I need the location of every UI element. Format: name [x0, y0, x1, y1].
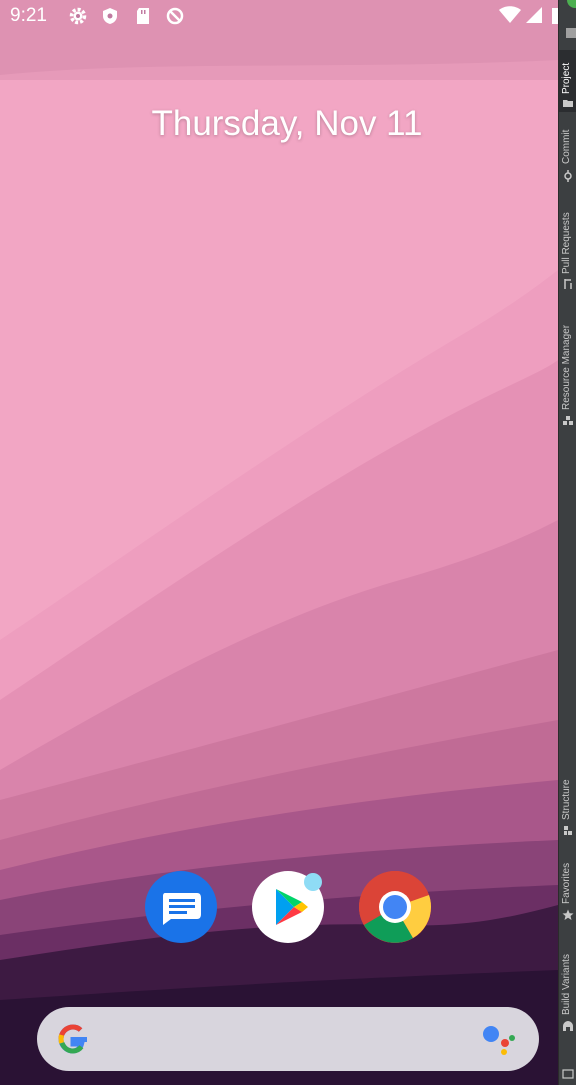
messages-glyph [163, 893, 201, 925]
settings-icon [69, 7, 87, 25]
tool-resource-manager[interactable]: Resource Manager [559, 310, 576, 430]
tool-project[interactable]: Project [559, 50, 576, 112]
build-variants-icon [563, 1021, 573, 1031]
chrome-glyph [359, 871, 432, 943]
tool-label-resource-manager: Resource Manager [561, 324, 572, 410]
tool-strip-top-icon [566, 28, 576, 38]
tool-label-build-variants: Build Variants [561, 954, 572, 1015]
ide-tool-window-strip: Project Commit Pull Requests Resource Ma… [558, 0, 576, 1085]
tool-structure[interactable]: Structure [559, 765, 576, 837]
folder-icon [563, 100, 573, 107]
google-search-bar[interactable] [37, 1007, 539, 1071]
google-logo-icon [58, 1024, 87, 1054]
assistant-icon[interactable] [481, 1023, 517, 1055]
tool-label-structure: Structure [561, 779, 572, 820]
status-indicator [567, 0, 576, 8]
wifi-icon [499, 6, 521, 23]
sd-card-icon [137, 8, 149, 24]
terminal-icon[interactable] [562, 1068, 574, 1080]
chrome-icon[interactable] [359, 871, 432, 943]
tool-commit[interactable]: Commit [559, 120, 576, 184]
status-bar: 9:21 [0, 0, 558, 32]
tool-label-pull-requests: Pull Requests [561, 212, 572, 274]
no-sync-icon [166, 7, 184, 25]
structure-icon [564, 826, 572, 835]
resource-manager-icon [563, 416, 573, 425]
play-store-icon[interactable] [252, 871, 324, 943]
pull-request-icon [564, 279, 572, 289]
notification-dot [304, 873, 322, 891]
tool-build-variants[interactable]: Build Variants [559, 940, 576, 1035]
tool-pull-requests[interactable]: Pull Requests [559, 200, 576, 292]
tool-favorites[interactable]: Favorites [559, 852, 576, 924]
status-time: 9:21 [10, 5, 47, 26]
tool-label-favorites: Favorites [561, 862, 572, 904]
commit-icon [564, 170, 572, 182]
home-date[interactable]: Thursday, Nov 11 [0, 104, 574, 144]
battery-icon [552, 8, 558, 24]
tool-label-project: Project [561, 62, 572, 94]
star-icon [562, 909, 574, 920]
signal-icon [526, 7, 542, 23]
messages-icon[interactable] [145, 871, 217, 943]
tool-label-commit: Commit [561, 129, 572, 164]
shield-icon [103, 8, 117, 24]
